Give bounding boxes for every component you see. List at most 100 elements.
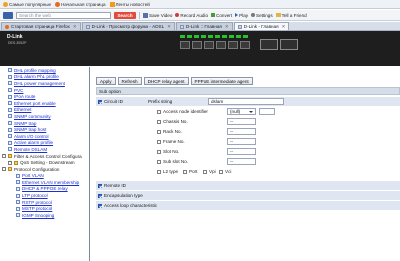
pppoe-intermediate-agent-button[interactable]: PPPoE intermediate agent xyxy=(190,77,253,85)
sidebar-item-dhl-power[interactable]: DHL power management xyxy=(8,80,89,87)
sidebar-group-filter-access[interactable]: + Filter & Access Control Configura xyxy=(2,153,89,160)
refresh-button[interactable]: Refresh xyxy=(117,77,142,85)
sidebar-item-snmp-trap[interactable]: SNMP trap xyxy=(8,120,89,127)
l2-vci-label: Vci xyxy=(225,169,232,174)
sidebar-item-snmp-community[interactable]: SNMP community xyxy=(8,113,89,120)
slot-input[interactable]: -- xyxy=(227,148,256,155)
access-node-checkbox[interactable] xyxy=(157,109,161,114)
page-icon xyxy=(8,127,12,132)
frame-input[interactable]: -- xyxy=(227,138,256,145)
chassis-input[interactable]: -- xyxy=(227,118,256,125)
sidebar-item-igmp-snooping[interactable]: IGMP Snooping xyxy=(16,212,89,219)
close-icon[interactable]: ✕ xyxy=(225,24,229,30)
apply-button[interactable]: Apply xyxy=(96,77,116,85)
dhcp-relay-agent-button[interactable]: DHCP relay agent xyxy=(143,77,189,85)
page-icon xyxy=(16,206,20,211)
sidebar-group-qos[interactable]: + QoS Setting - Downstream xyxy=(2,159,89,166)
device-sfp-port xyxy=(260,39,278,50)
sub-slot-row: Sub slot No. -- xyxy=(96,157,400,166)
expand-icon[interactable]: + xyxy=(2,154,6,159)
convert-button[interactable]: Convert xyxy=(211,13,232,18)
sidebar-item-dhcp-pppoe-relay[interactable]: DHCP & PPPOE relay xyxy=(16,186,89,193)
settings-button[interactable]: Settings xyxy=(251,13,273,18)
rss-icon xyxy=(109,1,115,7)
circuit-id-checkbox[interactable] xyxy=(98,99,102,104)
encapsulation-type-row: Encapsulation type xyxy=(96,191,400,200)
toolbar-item-label: Tell a Friend xyxy=(281,12,307,18)
toolbar-logo-icon xyxy=(3,11,13,19)
tab-dlink-main[interactable]: D-Link :: Главная ✕ xyxy=(176,22,233,30)
sidebar-item-active-alarm-profile[interactable]: Active alarm profile xyxy=(8,140,89,147)
sidebar-item-ltp-protocol[interactable]: LTP protocol xyxy=(16,192,89,199)
play-button[interactable]: Play xyxy=(235,13,248,18)
chassis-checkbox[interactable] xyxy=(157,119,161,124)
sidebar-group-protocol[interactable]: − Protocol Configuration xyxy=(2,166,89,173)
sidebar-item-dhl-profile-mapping[interactable]: DHL profile mapping xyxy=(8,67,89,74)
tab-dlink-forum[interactable]: D-Link - Просмотр форума - ADSL ✕ xyxy=(81,22,176,30)
slot-checkbox[interactable] xyxy=(157,149,161,154)
circuit-id-label: Circuit ID xyxy=(104,99,123,104)
sidebar-item-dhl-alarm-profile[interactable]: DHL alarm PhL profile xyxy=(8,74,89,81)
rack-input[interactable]: -- xyxy=(227,128,256,135)
sidebar-item-pvc[interactable]: PVC xyxy=(8,87,89,94)
page-icon xyxy=(85,24,90,29)
search-button[interactable]: Search xyxy=(114,11,136,19)
access-node-row: Access node identifier (null) xyxy=(96,107,400,116)
sidebar-item-ipoa-route[interactable]: IPoA route xyxy=(8,93,89,100)
sidebar-item-alarm-io-control[interactable]: Alarm I/O control xyxy=(8,133,89,140)
page-icon xyxy=(8,134,12,139)
l2-vpi-checkbox[interactable] xyxy=(203,169,207,174)
sub-slot-input[interactable]: -- xyxy=(227,158,256,165)
close-icon[interactable]: ✕ xyxy=(282,24,286,30)
expand-icon[interactable]: + xyxy=(8,160,12,165)
tab-label: D-Link - Главная xyxy=(243,24,279,29)
search-input[interactable]: Search the web xyxy=(16,11,111,19)
collapse-icon[interactable]: − xyxy=(2,167,6,172)
access-loop-checkbox[interactable] xyxy=(98,203,102,208)
page-icon xyxy=(16,173,20,178)
page-icon xyxy=(8,107,12,112)
sidebar-item-port-vlan[interactable]: Port VLAN xyxy=(16,173,89,180)
access-node-extra-input[interactable] xyxy=(259,108,275,115)
sidebar-item-label: RSTP protocol xyxy=(22,199,52,205)
sidebar-item-rstp-protocol[interactable]: RSTP protocol xyxy=(16,199,89,206)
tab-label: Стартовая страница Firefox xyxy=(11,24,70,29)
bookmark-start-page[interactable]: Начальная страница xyxy=(55,1,106,7)
encapsulation-type-checkbox[interactable] xyxy=(98,193,102,198)
toolbar-divider xyxy=(139,11,140,19)
l2-vci-checkbox[interactable] xyxy=(219,169,223,174)
remote-id-checkbox[interactable] xyxy=(98,183,102,188)
device-ports xyxy=(180,35,300,61)
mail-icon xyxy=(275,13,281,17)
field-value: -- xyxy=(230,129,234,134)
l2-port-checkbox[interactable] xyxy=(183,169,187,174)
prefix-string-input[interactable]: dslam xyxy=(208,98,284,105)
play-icon xyxy=(235,13,239,17)
bookmark-news-feeds[interactable]: Ленты новостей xyxy=(109,1,150,7)
record-audio-button[interactable]: Record Audio xyxy=(175,13,208,18)
bookmark-most-visited[interactable]: Самые популярные xyxy=(3,1,51,7)
sidebar-item-label: Remote DSLAM xyxy=(14,146,48,152)
l2-type-checkbox[interactable] xyxy=(157,169,161,174)
frame-checkbox[interactable] xyxy=(157,139,161,144)
access-node-select[interactable]: (null) xyxy=(227,108,256,115)
sidebar-item-ethernet-vlan[interactable]: Ethernet VLAN membership xyxy=(16,179,89,186)
sidebar-item-mstp-protocol[interactable]: MSTP protocol xyxy=(16,205,89,212)
sidebar-item-ethernet-port-enable[interactable]: Ethernet port enable xyxy=(8,100,89,107)
sub-slot-checkbox[interactable] xyxy=(157,159,161,164)
frame-row: Frame No. -- xyxy=(96,137,400,146)
sidebar-item-ethernet[interactable]: Ethernet xyxy=(8,107,89,114)
close-icon[interactable]: ✕ xyxy=(167,24,171,30)
tab-dlink-active[interactable]: D-Link - Главная ✕ xyxy=(233,22,290,30)
sidebar-item-snmp-trap-host[interactable]: SNMP trap host xyxy=(8,126,89,133)
rack-checkbox[interactable] xyxy=(157,129,161,134)
page-icon xyxy=(8,147,12,152)
sidebar-item-remote-dslam[interactable]: Remote DSLAM xyxy=(8,146,89,153)
tab-label: D-Link :: Главная xyxy=(186,24,222,29)
tab-firefox-start[interactable]: Стартовая страница Firefox ✕ xyxy=(1,22,81,30)
tab-label: D-Link - Просмотр форума - ADSL xyxy=(91,24,165,29)
folder-open-icon xyxy=(8,167,12,172)
close-icon[interactable]: ✕ xyxy=(73,24,77,30)
save-video-button[interactable]: Save Video xyxy=(143,12,172,18)
tell-a-friend-button[interactable]: Tell a Friend xyxy=(275,12,307,18)
